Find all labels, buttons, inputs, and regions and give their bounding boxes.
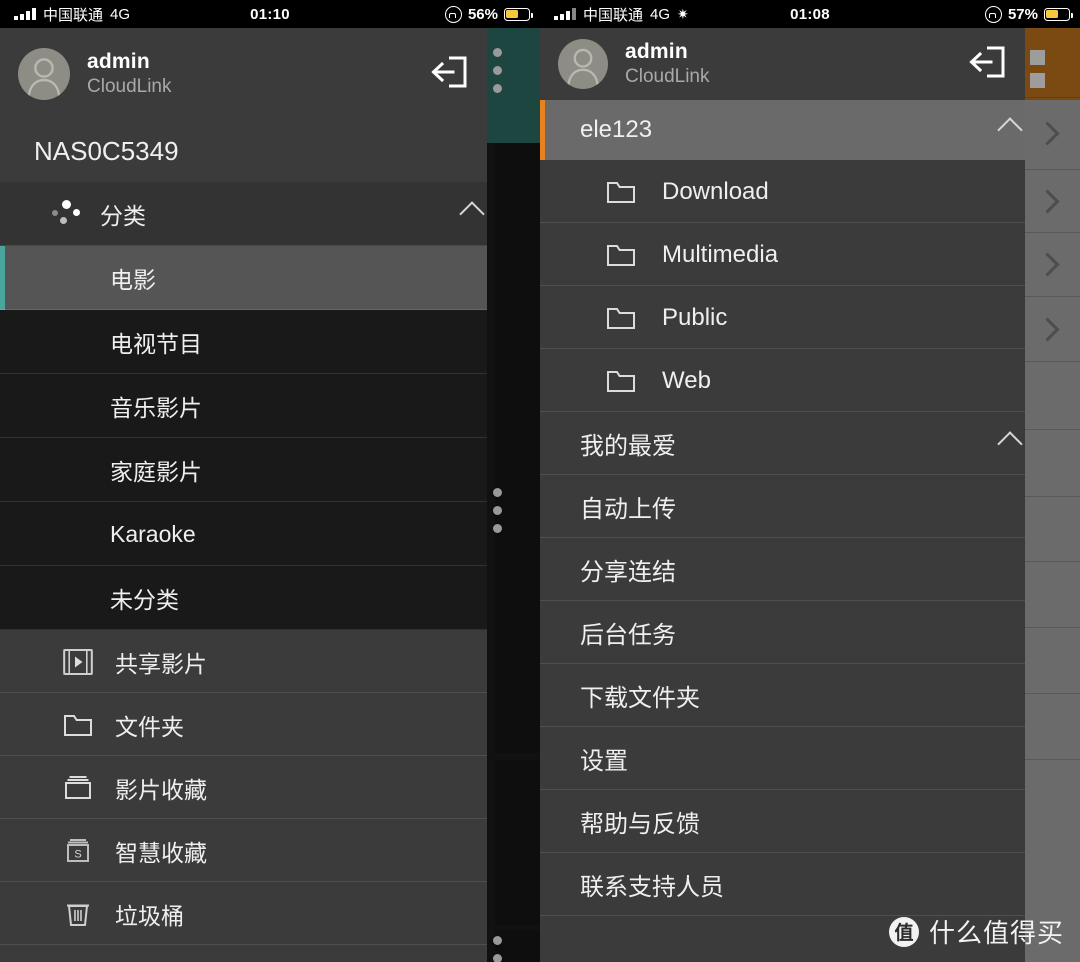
smart-collection-s-icon: S <box>63 837 93 865</box>
folder-item-download[interactable]: Download <box>540 160 1025 223</box>
trash-icon <box>63 900 93 928</box>
menu-item-auto-upload[interactable]: 自动上传 <box>540 475 1025 538</box>
rotation-lock-icon <box>984 5 1002 23</box>
menu-item-label: 帮助与反馈 <box>580 811 700 838</box>
folder-item-label: Download <box>662 177 769 205</box>
section-label: ele123 <box>580 116 653 143</box>
username-label: admin <box>625 40 688 64</box>
menu-item-share-links[interactable]: 分享连结 <box>540 538 1025 601</box>
folder-icon <box>606 367 636 395</box>
right-phone-screenshot: 中国联通 4G ✷ 01:08 57% admin CloudLink ele1… <box>540 0 1080 962</box>
folder-item-multimedia[interactable]: Multimedia <box>540 223 1025 286</box>
section-header-categories[interactable]: 分类 <box>0 182 487 246</box>
sidebar-item-movies[interactable]: 电影 <box>0 246 487 310</box>
sidebar-item-video-collection[interactable]: 影片收藏 <box>0 756 487 819</box>
sidebar-item-label: 共享影片 <box>115 650 207 677</box>
sidebar-item-label: 智慧收藏 <box>115 839 207 866</box>
section-label: 我的最爱 <box>580 433 676 460</box>
menu-item-label: 自动上传 <box>580 496 676 523</box>
menu-item-label: 设置 <box>580 748 628 775</box>
device-name-row[interactable]: NAS0C5349 <box>0 120 487 182</box>
watermark-label: 什么值得买 <box>928 918 1064 948</box>
sidebar-item-label: 后台服务 <box>32 958 124 962</box>
menu-item-label: 分享连结 <box>580 559 676 586</box>
svg-text:S: S <box>74 848 81 860</box>
watermark: 值 什么值得买 <box>888 913 1064 950</box>
sidebar-item-trash[interactable]: 垃圾桶 <box>0 882 487 945</box>
section-header-favorites[interactable]: 我的最爱 <box>540 412 1025 475</box>
category-dots-icon <box>52 199 82 229</box>
right-account-header[interactable]: admin CloudLink <box>540 28 1025 100</box>
left-account-header[interactable]: admin CloudLink <box>0 28 487 120</box>
menu-item-label: 联系支持人员 <box>580 874 724 901</box>
folder-item-public[interactable]: Public <box>540 286 1025 349</box>
right-status-bar: 中国联通 4G ✷ 01:08 57% <box>540 0 1080 28</box>
battery-icon <box>504 7 533 21</box>
folder-item-web[interactable]: Web <box>540 349 1025 412</box>
battery-icon <box>1044 7 1073 21</box>
sidebar-item-karaoke[interactable]: Karaoke <box>0 502 487 566</box>
left-status-bar: 中国联通 4G 01:10 56% <box>0 0 540 28</box>
sidebar-item-label: 电影 <box>110 267 156 293</box>
sidebar-item-label: 文件夹 <box>115 713 184 740</box>
sidebar-item-label: 影片收藏 <box>115 776 207 803</box>
service-label: CloudLink <box>625 65 710 87</box>
sidebar-item-homevideos[interactable]: 家庭影片 <box>0 438 487 502</box>
screenshot-canvas: 中国联通 4G 01:10 56% admin CloudLink NAS0C5… <box>0 0 1080 962</box>
sidebar-item-background-service[interactable]: 后台服务 <box>0 945 487 962</box>
chevron-up-icon[interactable] <box>997 117 1023 143</box>
menu-item-settings[interactable]: 设置 <box>540 727 1025 790</box>
right-drawer-panel: admin CloudLink ele123 Download Multimed… <box>540 28 1025 962</box>
sidebar-item-folders[interactable]: 文件夹 <box>0 693 487 756</box>
watermark-badge-icon: 值 <box>888 916 919 947</box>
folder-item-label: Web <box>662 366 711 394</box>
sidebar-item-label: 家庭影片 <box>110 459 202 485</box>
chevron-up-icon[interactable] <box>997 430 1023 457</box>
menu-item-background-tasks[interactable]: 后台任务 <box>540 601 1025 664</box>
sidebar-item-musicvideos[interactable]: 音乐影片 <box>0 374 487 438</box>
chevron-up-icon[interactable] <box>459 201 485 227</box>
sidebar-item-label: 未分类 <box>110 587 179 613</box>
left-phone-screenshot: 中国联通 4G 01:10 56% admin CloudLink NAS0C5… <box>0 0 540 962</box>
sidebar-item-label: Karaoke <box>110 520 196 547</box>
sidebar-item-uncategorized[interactable]: 未分类 <box>0 566 487 630</box>
username-label: admin <box>87 50 150 74</box>
logout-icon[interactable] <box>429 54 469 95</box>
folder-icon <box>63 711 93 739</box>
sidebar-item-label: 电视节目 <box>110 331 202 357</box>
sidebar-item-tvshows[interactable]: 电视节目 <box>0 310 487 374</box>
device-name-label: NAS0C5349 <box>34 135 179 166</box>
folder-item-label: Public <box>662 303 728 331</box>
sidebar-item-smart-collection[interactable]: S 智慧收藏 <box>0 819 487 882</box>
rotation-lock-icon <box>444 5 462 23</box>
service-label: CloudLink <box>87 75 172 97</box>
collection-box-icon <box>63 774 93 802</box>
sidebar-item-label: 音乐影片 <box>110 395 202 421</box>
menu-item-contact-support[interactable]: 联系支持人员 <box>540 853 1025 916</box>
folder-icon <box>606 178 636 206</box>
sidebar-item-label: 垃圾桶 <box>115 902 184 929</box>
menu-item-label: 后台任务 <box>580 622 676 649</box>
sidebar-item-shared-videos[interactable]: 共享影片 <box>0 630 487 693</box>
avatar[interactable] <box>18 48 70 100</box>
left-drawer-panel: admin CloudLink NAS0C5349 分类 电影 电视节目 音乐影… <box>0 28 487 962</box>
menu-item-label: 下载文件夹 <box>580 685 700 712</box>
folder-icon <box>606 241 636 269</box>
folder-icon <box>606 304 636 332</box>
folder-item-label: Multimedia <box>662 240 779 268</box>
logout-icon[interactable] <box>967 44 1007 85</box>
menu-item-download-folder[interactable]: 下载文件夹 <box>540 664 1025 727</box>
selection-accent-bar <box>540 100 545 160</box>
film-strip-icon <box>63 648 93 676</box>
avatar[interactable] <box>558 39 608 89</box>
section-label: 分类 <box>100 203 146 229</box>
section-header-share-ele123[interactable]: ele123 <box>540 100 1025 160</box>
selection-accent-bar <box>0 246 5 310</box>
menu-item-help-feedback[interactable]: 帮助与反馈 <box>540 790 1025 853</box>
